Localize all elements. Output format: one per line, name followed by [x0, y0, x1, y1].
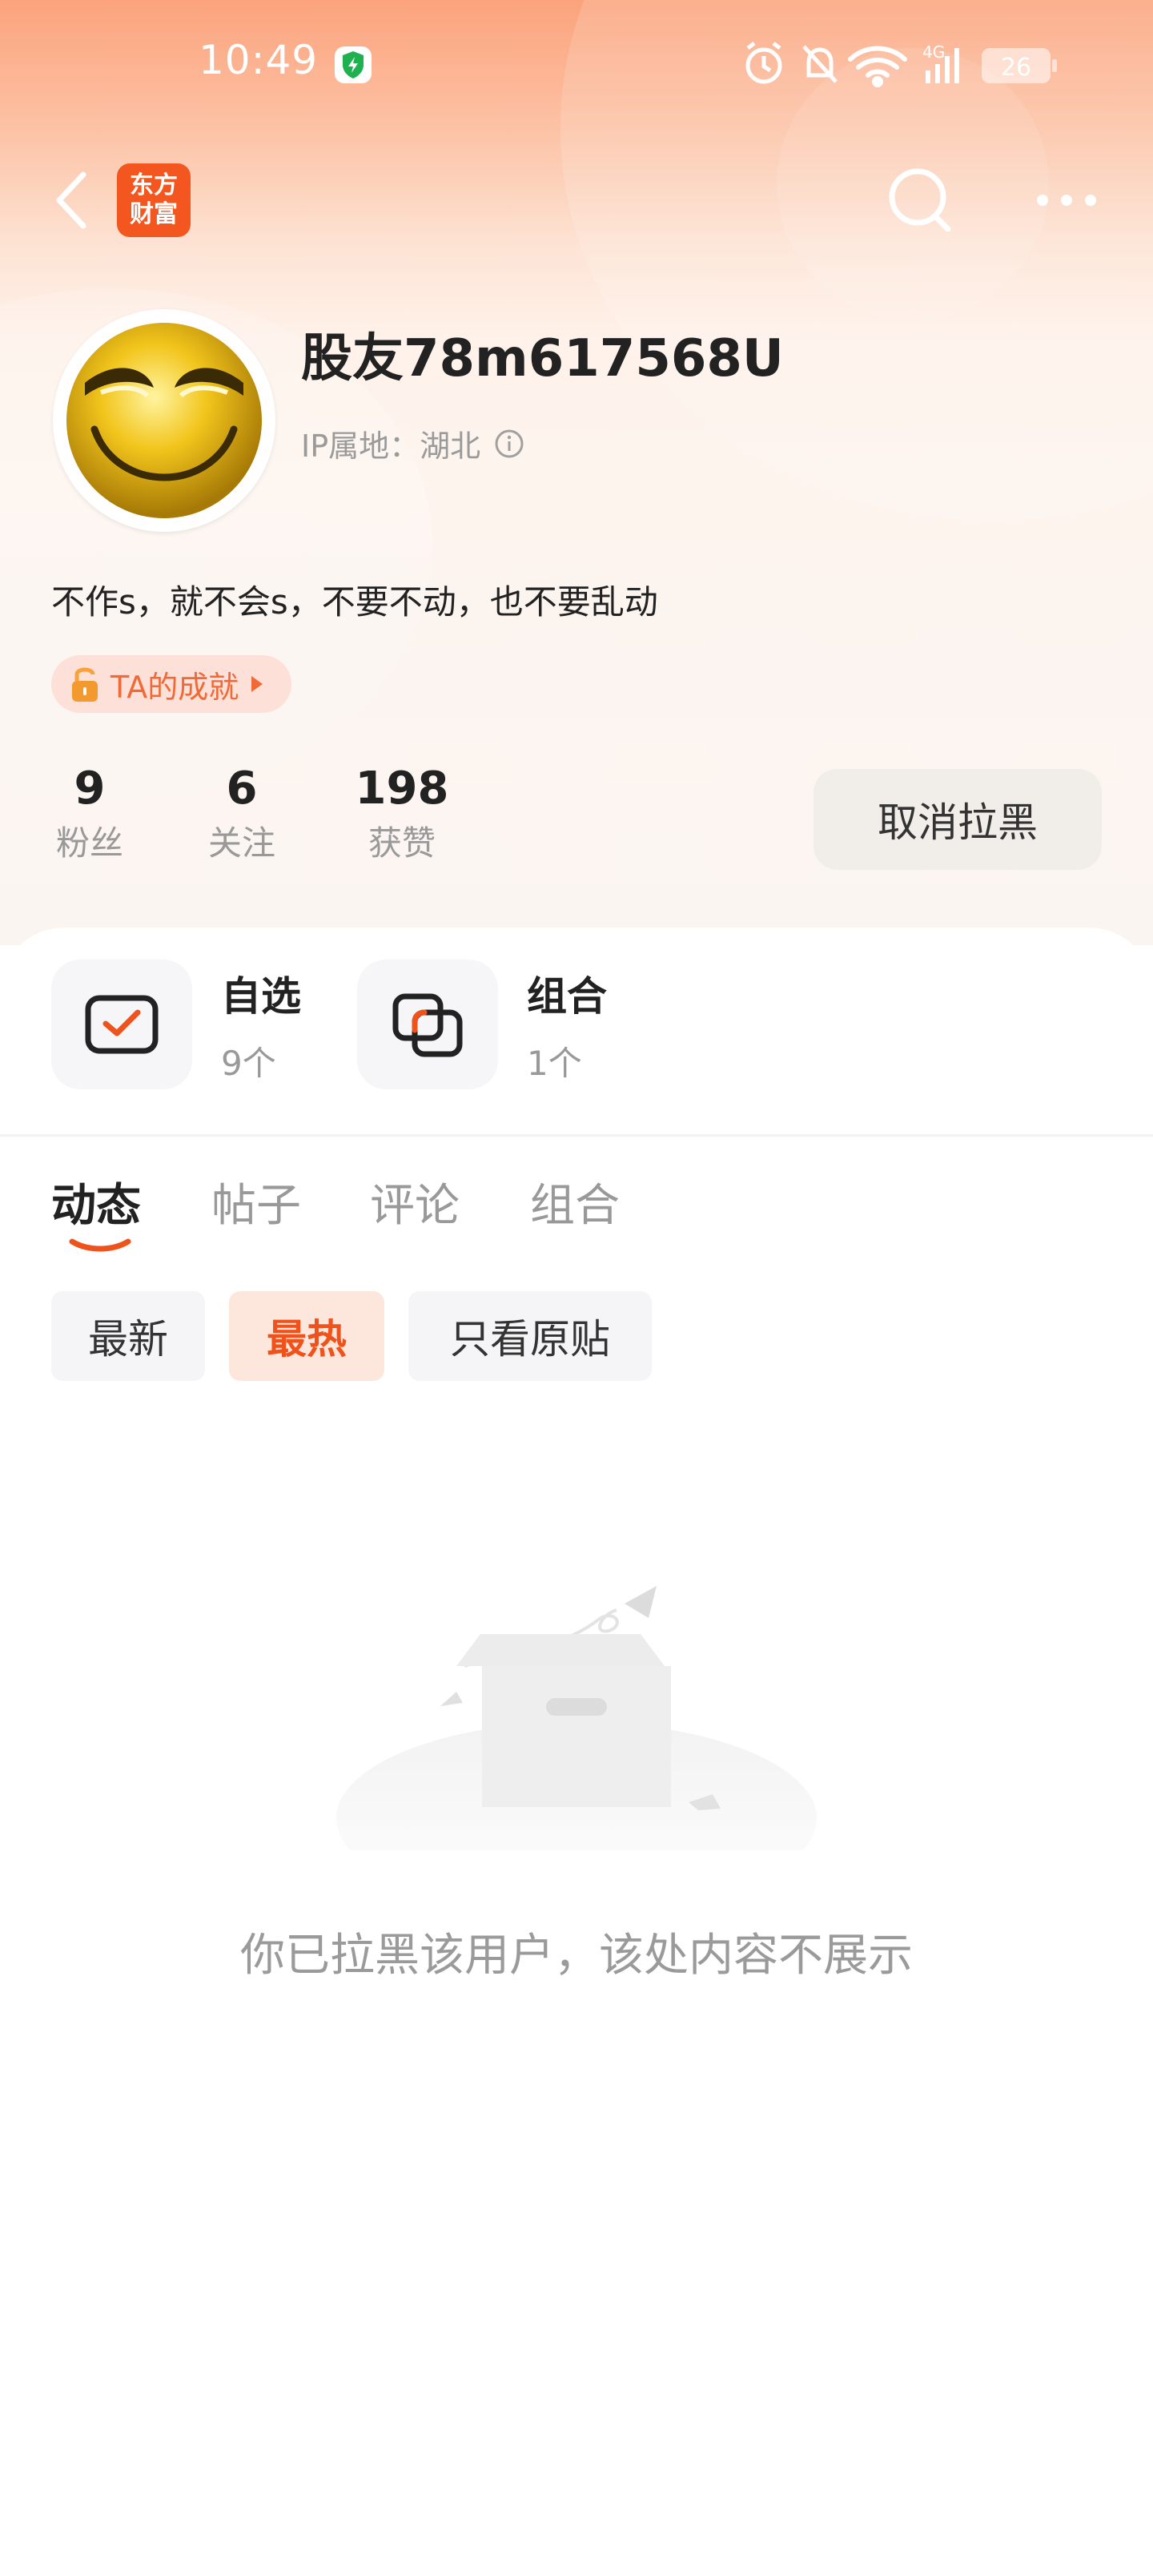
status-icons: 4G 26: [740, 38, 1076, 90]
wifi-icon: [848, 46, 907, 87]
stat-value: 9: [74, 763, 106, 815]
lock-icon: [72, 667, 98, 702]
logo-text-line2: 财富: [130, 200, 178, 228]
tab-dynamics[interactable]: 动态: [51, 1169, 141, 1234]
achievement-label: TA的成就: [110, 669, 239, 705]
watchlist-icon: [51, 960, 192, 1089]
tab-portfolio[interactable]: 组合: [530, 1169, 620, 1234]
app-logo[interactable]: 东方 财富: [117, 163, 191, 237]
empty-message: 你已拉黑该用户，该处内容不展示: [240, 1930, 913, 1982]
shield-icon: [335, 46, 372, 83]
stat-label: 获赞: [368, 823, 436, 863]
shortcut-count: 9个: [221, 1043, 276, 1083]
stat-label: 粉丝: [55, 823, 123, 863]
stat-value: 198: [355, 763, 449, 815]
tab-comments[interactable]: 评论: [370, 1169, 460, 1234]
stat-value: 6: [226, 763, 258, 815]
filter-hottest[interactable]: 最热: [229, 1291, 384, 1381]
back-icon[interactable]: [48, 168, 96, 232]
search-icon[interactable]: [881, 160, 961, 240]
triangle-right-icon: [251, 676, 263, 692]
shortcut-count: 1个: [527, 1043, 582, 1083]
more-icon[interactable]: [1026, 178, 1107, 223]
tab-posts[interactable]: 帖子: [211, 1169, 301, 1234]
filter-original-only[interactable]: 只看原贴: [408, 1291, 652, 1381]
svg-text:4G: 4G: [922, 42, 945, 62]
battery-icon: 26: [982, 48, 1057, 83]
shortcut-title: 自选: [221, 972, 301, 1020]
avatar[interactable]: [53, 309, 275, 532]
bio: 不作s，就不会s，不要不动，也不要乱动: [51, 582, 658, 622]
mute-bell-icon: [802, 45, 838, 83]
svg-text:26: 26: [1001, 54, 1031, 82]
shortcut-title: 组合: [527, 972, 607, 1020]
shortcut-watchlist[interactable]: 自选 9个: [51, 960, 301, 1089]
portfolio-icon: [357, 960, 498, 1089]
shortcut-portfolio[interactable]: 组合 1个: [357, 960, 607, 1089]
divider: [0, 1134, 1153, 1137]
info-icon[interactable]: [493, 428, 525, 460]
filter-latest[interactable]: 最新: [51, 1291, 205, 1381]
status-time: 10:49: [199, 37, 319, 83]
alarm-icon: [745, 42, 782, 84]
tab-active-indicator: [69, 1238, 131, 1253]
stat-label: 关注: [207, 823, 275, 863]
stat-following[interactable]: 6 关注: [194, 759, 290, 868]
achievement-button[interactable]: TA的成就: [51, 655, 292, 713]
logo-text-line1: 东方: [130, 171, 178, 199]
stat-fans[interactable]: 9 粉丝: [42, 759, 138, 868]
stat-likes[interactable]: 198 获赞: [338, 759, 466, 868]
empty-box-illustration: [336, 1554, 817, 1914]
unblock-button[interactable]: 取消拉黑: [814, 769, 1102, 870]
username: 股友78m617568U: [301, 329, 784, 388]
ip-location: IP属地：湖北: [301, 421, 525, 465]
ip-location-text: IP属地：湖北: [301, 429, 481, 464]
